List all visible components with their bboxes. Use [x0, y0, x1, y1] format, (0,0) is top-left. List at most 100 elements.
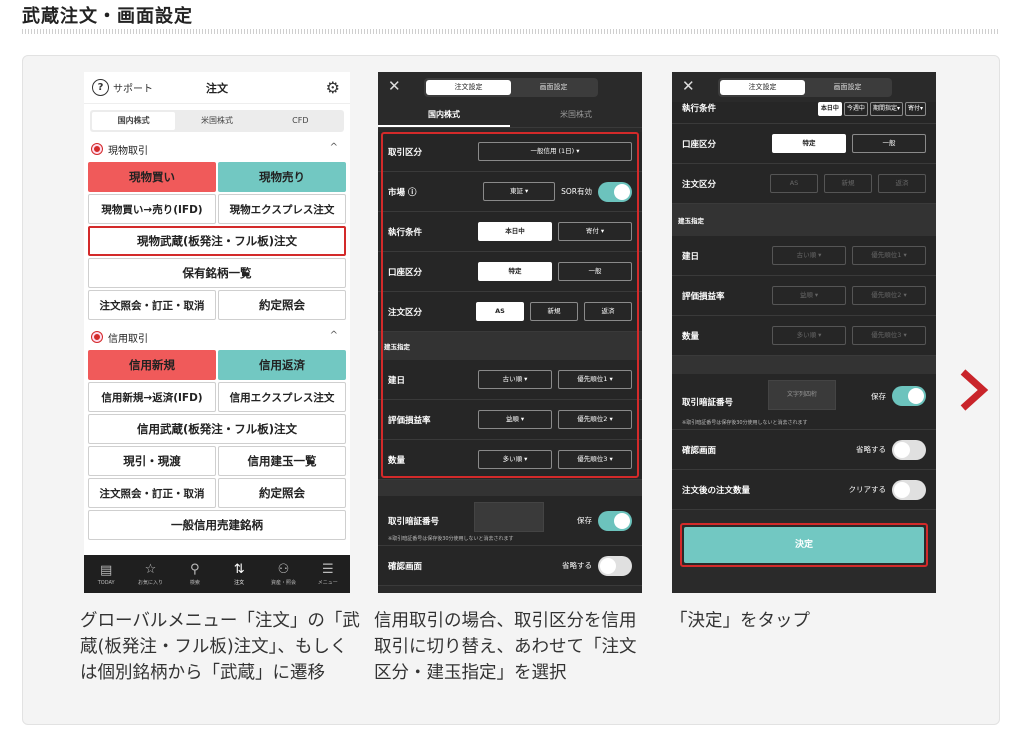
tab-label: お気に入り [137, 580, 163, 586]
tab-search[interactable]: ⚲ 検索 [173, 555, 217, 593]
settings-header: ✕ 注文設定 画面設定 [672, 72, 936, 102]
cash-button-grid: 現物買い 現物売り 現物買い→売り(IFD) 現物エクスプレス注文 現物武蔵(板… [84, 162, 350, 320]
select-value: 益順 [799, 291, 813, 299]
pin-save-toggle[interactable] [598, 510, 632, 531]
select-value: 寄付 [907, 105, 920, 112]
tab-us[interactable]: 米国株式 [175, 112, 258, 130]
section-margin-header[interactable]: 信用取引 ^ [84, 324, 350, 350]
row-label: 数量 [682, 331, 700, 342]
pin-input[interactable] [474, 502, 544, 532]
tab-menu[interactable]: ☰ メニュー [306, 555, 350, 593]
shikko-week[interactable]: 今週中 [843, 102, 868, 116]
hyoka-priority-select[interactable]: 優先順位2 ▾ [852, 286, 926, 305]
cash-musashi-button[interactable]: 現物武蔵(板発注・フル板)注文 [88, 226, 346, 256]
header-title: 注文 [206, 81, 228, 95]
shikko-yoritsuki-select[interactable]: 寄付▾ [904, 102, 926, 116]
tab-label: TODAY [97, 579, 115, 586]
cash-ifd-button[interactable]: 現物買い→売り(IFD) [88, 194, 216, 224]
hyoka-order-select[interactable]: 益順 ▾ [772, 286, 846, 305]
subtab-domestic[interactable]: 国内株式 [378, 102, 510, 127]
tab-label: メニュー [317, 580, 338, 586]
pin-save-toggle[interactable] [892, 386, 926, 406]
chevron-up-icon: ^ [329, 142, 338, 153]
tab-order-settings[interactable]: 注文設定 [426, 80, 511, 95]
koza-ippan[interactable]: 一般 [852, 134, 926, 153]
margin-execution-button[interactable]: 約定照会 [218, 478, 346, 508]
tatebi-order-select[interactable]: 古い順 ▾ [772, 246, 846, 265]
chumon-shinki[interactable]: 新規 [824, 174, 872, 193]
koza-tokutei[interactable]: 特定 [772, 134, 846, 153]
shikko-today[interactable]: 本日中 [817, 102, 842, 116]
highlight-frame [680, 523, 928, 567]
cash-buy-button[interactable]: 現物買い [88, 162, 216, 192]
margin-repay-button[interactable]: 信用返済 [218, 350, 346, 380]
pin-note: ※取引暗証番号は保存後30分使用しないと消去されます [682, 420, 808, 426]
row-label: 口座区分 [682, 139, 717, 150]
holdings-button[interactable]: 保有銘柄一覧 [88, 258, 346, 288]
close-icon[interactable]: ✕ [682, 77, 695, 95]
tatebi-priority-select[interactable]: 優先順位1 ▾ [852, 246, 926, 265]
margin-ifd-button[interactable]: 信用新規→返済(IFD) [88, 382, 216, 412]
chevron-right-icon[interactable] [953, 368, 993, 412]
qty-value: クリアする [848, 485, 887, 494]
pin-input[interactable]: 文字列四桁 [768, 380, 836, 410]
shikko-period-select[interactable]: 期間指定▾ [869, 102, 903, 116]
chumon-as[interactable]: AS [770, 174, 818, 193]
suryo-order-select[interactable]: 多い順 ▾ [772, 326, 846, 345]
chumon-hensai[interactable]: 返済 [878, 174, 926, 193]
short-list-button[interactable]: 一般信用売建銘柄 [88, 510, 346, 540]
tab-screen-settings[interactable]: 画面設定 [805, 80, 890, 95]
row-pin: 取引暗証番号 文字列四桁 保存 ※取引暗証番号は保存後30分使用しないと消去され… [672, 374, 936, 430]
market-tabs: 国内株式 米国株式 CFD [90, 110, 344, 132]
tab-cfd[interactable]: CFD [259, 112, 342, 130]
tab-label: 注文 [234, 580, 245, 586]
row-label: 評価損益率 [682, 291, 725, 302]
select-value: 優先順位2 [871, 291, 902, 299]
cash-inquiry-button[interactable]: 注文照会・訂正・取消 [88, 290, 216, 320]
margin-express-button[interactable]: 信用エクスプレス注文 [218, 382, 346, 412]
bottom-tab-bar: ▤ TODAY ☆ お気に入り ⚲ 検索 ⇅ 注文 ⚇ 資産・照会 ☰ メニュー [84, 555, 350, 593]
confirm-value: 省略する [562, 561, 592, 570]
page-title: 武蔵注文・画面設定 [22, 6, 193, 27]
row-confirm: 確認画面 省略する [672, 430, 936, 470]
caption-step-3: 「決定」をタップ [670, 611, 810, 631]
section-cash-header[interactable]: 現物取引 ^ [84, 136, 350, 162]
close-icon[interactable]: ✕ [388, 77, 401, 95]
tab-screen-settings[interactable]: 画面設定 [511, 80, 596, 95]
margin-musashi-button[interactable]: 信用武蔵(板発注・フル板)注文 [88, 414, 346, 444]
confirm-toggle[interactable] [892, 439, 926, 460]
cash-execution-button[interactable]: 約定照会 [218, 290, 346, 320]
cash-sell-button[interactable]: 現物売り [218, 162, 346, 192]
tab-order-settings[interactable]: 注文設定 [720, 80, 805, 95]
settings-mode-switch: 注文設定 画面設定 [424, 78, 598, 97]
row-confirm: 確認画面 省略する [378, 546, 642, 586]
tab-today[interactable]: ▤ TODAY [84, 555, 128, 593]
margin-new-button[interactable]: 信用新規 [88, 350, 216, 380]
cash-express-button[interactable]: 現物エクスプレス注文 [218, 194, 346, 224]
genbiki-button[interactable]: 現引・現渡 [88, 446, 216, 476]
select-value: 多い順 [796, 331, 817, 339]
tab-assets[interactable]: ⚇ 資産・照会 [261, 555, 305, 593]
confirm-toggle[interactable] [598, 555, 632, 576]
positions-button[interactable]: 信用建玉一覧 [218, 446, 346, 476]
section-margin-label: 信用取引 [108, 333, 148, 345]
chevron-up-icon: ^ [329, 330, 338, 341]
tab-favorites[interactable]: ☆ お気に入り [128, 555, 172, 593]
suryo-priority-select[interactable]: 優先順位3 ▾ [852, 326, 926, 345]
row-label: 注文区分 [682, 179, 717, 190]
row-chumon-kubun: 注文区分 AS 新規 返済 [672, 164, 936, 204]
phone-screen-order-settings-scrolled: ✕ 注文設定 画面設定 執行条件 本日中 今週中 期間指定▾ 寄付▾ 口座区分 … [672, 72, 936, 593]
phone-screen-order-menu: ? サポート 注文 ⚙ 国内株式 米国株式 CFD 現物取引 ^ 現物買い 現物… [84, 72, 350, 593]
select-value: 古い順 [796, 251, 817, 259]
tategyoku-header: 建玉指定 [672, 204, 936, 236]
subtab-us[interactable]: 米国株式 [510, 102, 642, 127]
tab-order[interactable]: ⇅ 注文 [217, 555, 261, 593]
pin-note: ※取引暗証番号は保存後30分使用しないと消去されます [388, 536, 514, 542]
settings-header: ✕ 注文設定 画面設定 [378, 72, 642, 102]
row-shikko: 執行条件 本日中 今週中 期間指定▾ 寄付▾ [672, 102, 936, 124]
margin-inquiry-button[interactable]: 注文照会・訂正・取消 [88, 478, 216, 508]
gear-icon[interactable]: ⚙ [326, 78, 340, 97]
row-label: 執行条件 [682, 104, 717, 114]
tab-domestic[interactable]: 国内株式 [92, 112, 176, 130]
qty-toggle[interactable] [892, 479, 926, 500]
